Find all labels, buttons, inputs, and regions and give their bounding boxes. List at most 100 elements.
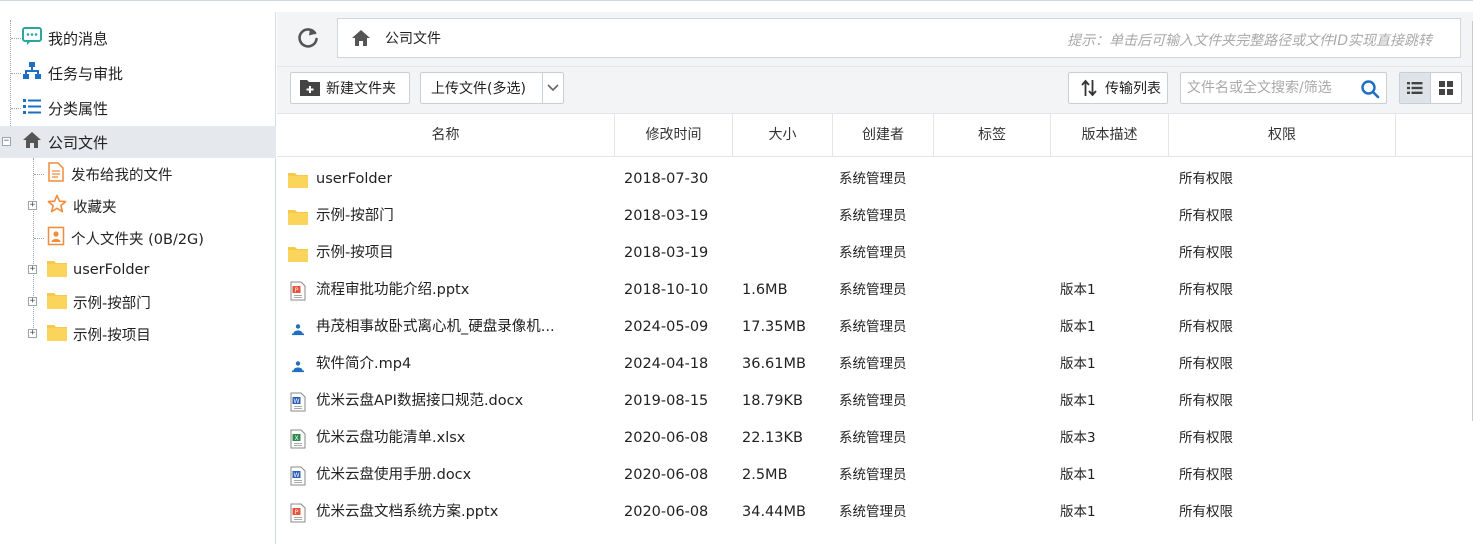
column-header-modified[interactable]: 修改时间 [615,114,733,156]
table-row[interactable]: P 流程审批功能介绍.pptx 2018-10-10 1.6MB 系统管理员 版本1 所有权… [277,272,1473,309]
cell-name[interactable]: 冉茂相事故卧式离心机_硬盘录像机... [288,309,608,346]
list-icon [22,96,42,120]
cell-modified: 2020-06-08 [624,504,709,520]
message-icon [22,26,42,50]
docx-file-icon: W [288,392,316,412]
path-input[interactable]: 公司文件 提示：单击后可输入文件夹完整路径或文件ID实现直接跳转 [337,18,1461,58]
column-header-permission[interactable]: 权限 [1169,114,1396,156]
file-name[interactable]: userFolder [316,161,392,198]
sidebar-item-favorites[interactable]: + 收藏夹 [0,190,276,222]
sidebar-item-tasks[interactable]: 任务与审批 [0,57,276,89]
pptx-file-icon: P [288,281,316,301]
folder-icon [288,207,316,227]
cell-name[interactable]: X 优米云盘功能清单.xlsx [288,420,608,457]
cell-size [742,161,832,198]
cell-name[interactable]: P 优米云盘文档系统方案.pptx [288,494,608,531]
column-header-version[interactable]: 版本描述 [1051,114,1169,156]
xlsx-file-icon: X [288,429,316,449]
new-folder-button[interactable]: 新建文件夹 [290,72,410,104]
expand-toggle[interactable]: + [28,265,37,274]
table-row[interactable]: 示例-按部门 2018-03-19 系统管理员 所有权限 [277,198,1473,235]
pptx-file-icon: P [288,503,316,523]
cell-permission: 所有权限 [1179,356,1233,372]
sidebar-item-personal-folder[interactable]: 个人文件夹 (0B/2G) [0,222,276,254]
cell-version: 版本1 [1060,319,1096,335]
cell-tags [940,272,1050,309]
home-icon[interactable] [351,28,371,48]
expand-toggle[interactable]: + [28,201,37,210]
search-input[interactable] [1187,80,1359,96]
expand-toggle[interactable]: + [28,297,37,306]
sidebar-item-by-project[interactable]: + 示例-按项目 [0,318,276,350]
table-row[interactable]: W 优米云盘使用手册.docx 2020-06-08 2.5MB 系统管理员 版本1 所有权… [277,457,1473,494]
file-name[interactable]: 冉茂相事故卧式离心机_硬盘录像机... [316,309,555,346]
cell-size: 1.6MB [742,282,788,298]
chevron-down-icon[interactable] [542,73,563,103]
collapse-toggle[interactable]: − [2,137,11,146]
cell-modified: 2018-10-10 [624,282,709,298]
file-name[interactable]: 优米云盘文档系统方案.pptx [316,494,498,531]
cell-tags [940,346,1050,383]
refresh-icon[interactable] [295,25,321,51]
file-name[interactable]: 优米云盘使用手册.docx [316,457,471,494]
cell-name[interactable]: P 流程审批功能介绍.pptx [288,272,608,309]
cell-name[interactable]: 示例-按部门 [288,198,608,235]
cell-name[interactable]: W 优米云盘API数据接口规范.docx [288,383,608,420]
breadcrumb[interactable]: 公司文件 [385,28,441,48]
file-name[interactable]: 优米云盘功能清单.xlsx [316,420,465,457]
cell-version: 版本1 [1060,504,1096,520]
sidebar-item-messages[interactable]: 我的消息 [0,22,276,54]
cell-name[interactable]: W 优米云盘使用手册.docx [288,457,608,494]
column-header-name[interactable]: 名称 [277,114,615,156]
table-row[interactable]: 示例-按项目 2018-03-19 系统管理员 所有权限 [277,235,1473,272]
sidebar-item-label: 个人文件夹 (0B/2G) [71,231,204,248]
table-row[interactable]: X 优米云盘功能清单.xlsx 2020-06-08 22.13KB 系统管理员 版本3 所… [277,420,1473,457]
file-name[interactable]: 示例-按部门 [316,198,394,235]
upload-button[interactable]: 上传文件(多选) [420,72,564,104]
file-name[interactable]: 优米云盘API数据接口规范.docx [316,383,523,420]
cell-modified: 2020-06-08 [624,430,709,446]
cell-modified: 2018-07-30 [624,171,709,187]
search-icon[interactable] [1360,79,1380,103]
search-box [1180,72,1387,104]
cell-name[interactable]: userFolder [288,161,608,198]
column-header-size[interactable]: 大小 [733,114,833,156]
table-row[interactable]: W 优米云盘API数据接口规范.docx 2019-08-15 18.79KB 系统管理… [277,383,1473,420]
column-header-tags[interactable]: 标签 [934,114,1051,156]
file-name[interactable]: 流程审批功能介绍.pptx [316,272,469,309]
svg-text:W: W [294,398,300,405]
list-view-icon[interactable] [1400,73,1431,103]
sidebar-item-categories[interactable]: 分类属性 [0,92,276,124]
transfer-list-button[interactable]: 传输列表 [1068,72,1168,104]
docx-file-icon: W [288,466,316,486]
grid-view-icon[interactable] [1430,73,1461,103]
sidebar-item-company-files[interactable]: − 公司文件 [0,126,276,158]
table-row[interactable]: 冉茂相事故卧式离心机_硬盘录像机... 2024-05-09 17.35MB 系统管理… [277,309,1473,346]
file-name[interactable]: 软件简介.mp4 [316,346,411,383]
file-name[interactable]: 示例-按项目 [316,235,394,272]
cell-permission: 所有权限 [1179,171,1233,187]
column-header-creator[interactable]: 创建者 [833,114,934,156]
sidebar-item-userfolder[interactable]: + userFolder [0,254,276,286]
folder-icon [288,244,316,264]
expand-toggle[interactable]: + [28,329,37,338]
file-table: 名称 修改时间 大小 创建者 标签 版本描述 权限 userFolder 2018… [277,113,1473,544]
cell-creator: 系统管理员 [839,282,907,298]
add-folder-icon [300,80,320,96]
cell-name[interactable]: 示例-按项目 [288,235,608,272]
table-row[interactable]: P 优米云盘文档系统方案.pptx 2020-06-08 34.44MB 系统管理员 版本… [277,494,1473,531]
video-file-icon [288,318,316,338]
sidebar-item-published-to-me[interactable]: 发布给我的文件 [0,158,276,190]
cell-name[interactable]: 软件简介.mp4 [288,346,608,383]
sidebar-item-by-department[interactable]: + 示例-按部门 [0,286,276,318]
cell-creator: 系统管理员 [839,319,907,335]
table-row[interactable]: userFolder 2018-07-30 系统管理员 所有权限 [277,161,1473,198]
cell-tags [940,309,1050,346]
cell-version [1060,161,1160,198]
table-row[interactable]: 软件简介.mp4 2024-04-18 36.61MB 系统管理员 版本1 所有权限 [277,346,1473,383]
folder-icon [288,170,316,190]
view-toggle [1399,72,1462,104]
transfer-arrows-icon [1081,79,1097,97]
toolbar: 新建文件夹 上传文件(多选) 传输列表 [277,67,1473,113]
cell-version [1060,235,1160,272]
